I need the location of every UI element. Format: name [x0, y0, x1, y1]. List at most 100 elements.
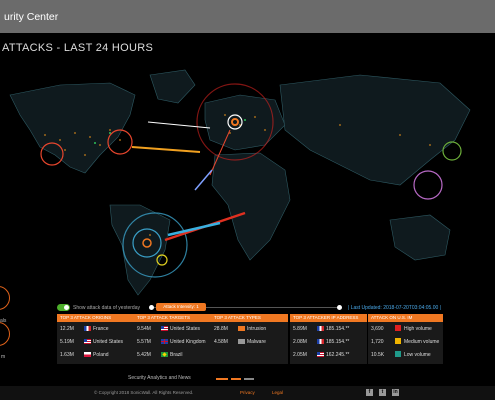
- medium-volume-swatch: [395, 338, 401, 344]
- row-value: 5.42M: [137, 352, 151, 358]
- row-label: Medium volume: [404, 339, 440, 345]
- row-label: 185.154.**: [326, 326, 350, 332]
- list-item: 5.89M 185.154.**: [290, 322, 367, 335]
- row-label: United States: [93, 339, 124, 345]
- north-america-landmass: [9, 82, 136, 174]
- list-item: 2.08M 185.154.**: [290, 335, 367, 348]
- list-item: 3,690 High volume: [368, 322, 443, 335]
- legal-link[interactable]: Legal: [272, 390, 283, 395]
- row-value: 1.63M: [60, 352, 74, 358]
- row-label: Brazil: [170, 352, 183, 358]
- asia-attack-ring: [442, 141, 462, 161]
- row-value: 5.89M: [293, 326, 307, 332]
- yesterday-toggle[interactable]: [57, 304, 70, 311]
- twitter-icon[interactable]: t: [379, 389, 386, 396]
- row-value: 10.5K: [371, 352, 385, 358]
- malware-icon: [238, 339, 245, 344]
- panel-us: ATTACK ON U.S. IM 3,690 High volume 1,720…: [368, 314, 443, 364]
- france-flag-icon: [84, 326, 91, 331]
- panel-origins-title: TOP 3 ATTACK ORIGINS: [57, 314, 137, 322]
- list-item: 5.57M United Kingdom: [134, 335, 214, 348]
- row-label: France: [93, 326, 109, 332]
- row-value: 12.2M: [60, 326, 74, 332]
- linkedin-icon[interactable]: in: [392, 389, 399, 396]
- list-item: 5.19M United States: [57, 335, 137, 348]
- list-item: 1,720 Medium volume: [368, 335, 443, 348]
- attack-beam-br-2: [167, 221, 221, 237]
- row-label: High volume: [404, 326, 432, 332]
- list-item: 28.8M Intrusion: [211, 322, 288, 335]
- attack-beam-africa: [194, 169, 213, 191]
- app-title: urity Center: [4, 11, 59, 23]
- greenland-landmass: [149, 69, 196, 104]
- list-item: 2.05M 162.245.**: [290, 348, 367, 361]
- facebook-icon[interactable]: f: [366, 389, 373, 396]
- row-label: Poland: [93, 352, 109, 358]
- row-value: 2.08M: [293, 339, 307, 345]
- panel-ips: TOP 3 ATTACKER IP ADDRESS 5.89M 185.154.*…: [290, 314, 367, 364]
- row-label: United Kingdom: [170, 339, 206, 345]
- top-bar: urity Center: [0, 0, 495, 33]
- carousel-indicator[interactable]: [244, 378, 254, 380]
- low-volume-swatch: [395, 351, 401, 357]
- copyright-text: © Copyright 2018 SonicWall. All Rights R…: [94, 390, 194, 395]
- page-title: ATTACKS - LAST 24 HOURS: [2, 42, 154, 54]
- us-flag-icon: [317, 352, 324, 357]
- france-flag-icon: [317, 326, 324, 331]
- us-flag-icon: [161, 326, 168, 331]
- sea-attack-ring: [413, 170, 443, 200]
- australia-landmass: [389, 214, 451, 261]
- carousel-indicator-active[interactable]: [216, 378, 228, 380]
- row-value: 5.57M: [137, 339, 151, 345]
- panel-types-title: TOP 3 ATTACK TYPES: [211, 314, 288, 322]
- asia-landmass: [279, 74, 471, 186]
- panel-us-title: ATTACK ON U.S. IM: [368, 314, 443, 322]
- poland-flag-icon: [84, 352, 91, 357]
- row-value: 9.54M: [137, 326, 151, 332]
- list-item: 12.2M France: [57, 322, 137, 335]
- south-america-landmass: [109, 204, 171, 296]
- footer: © Copyright 2018 SonicWall. All Rights R…: [0, 386, 495, 400]
- world-attack-map[interactable]: [0, 55, 495, 300]
- toggle-label: Show attack data of yesterday: [73, 305, 140, 311]
- row-label: 185.154.**: [326, 339, 350, 345]
- list-item: 5.42M Brazil: [134, 348, 214, 361]
- row-value: 5.19M: [60, 339, 74, 345]
- intrusion-icon: [238, 326, 245, 331]
- security-news-link[interactable]: Security Analytics and News: [128, 375, 191, 381]
- row-label: Intrusion: [247, 326, 267, 332]
- intensity-badge: Attack Intensity: 1: [156, 303, 206, 311]
- left-gauge-bottom: [0, 322, 10, 346]
- privacy-link[interactable]: Privacy: [240, 390, 255, 395]
- row-label: 162.245.**: [326, 352, 350, 358]
- panel-targets: TOP 3 ATTACK TARGETS 9.54M United States …: [134, 314, 214, 364]
- row-value: 28.8M: [214, 326, 228, 332]
- panel-targets-title: TOP 3 ATTACK TARGETS: [134, 314, 214, 322]
- row-label: United States: [170, 326, 201, 332]
- panel-types: TOP 3 ATTACK TYPES 28.8M Intrusion 4.58M M…: [211, 314, 288, 364]
- list-item: 4.58M Malware: [211, 335, 288, 348]
- row-label: Low volume: [404, 352, 431, 358]
- attack-beam-us-eu: [131, 146, 201, 153]
- row-value: 3,690: [371, 326, 384, 332]
- us-flag-icon: [84, 339, 91, 344]
- intensity-slider-knob[interactable]: [149, 305, 154, 310]
- list-item: 9.54M United States: [134, 322, 214, 335]
- intensity-slider-end-knob[interactable]: [337, 305, 342, 310]
- list-item: 1.63M Poland: [57, 348, 137, 361]
- last-updated-text: | Last Updated: 2018-07-20T03:04:05.00 |: [348, 305, 441, 311]
- brazil-flag-icon: [161, 352, 168, 357]
- row-label: Malware: [247, 339, 266, 345]
- france-flag-icon: [317, 339, 324, 344]
- high-volume-swatch: [395, 325, 401, 331]
- africa-landmass: [211, 152, 291, 261]
- list-item: 10.5K Low volume: [368, 348, 443, 361]
- panel-ips-title: TOP 3 ATTACKER IP ADDRESS: [290, 314, 367, 322]
- carousel-indicator[interactable]: [231, 378, 241, 380]
- left-gauge-bottom-label: m: [1, 354, 6, 360]
- panel-origins: TOP 3 ATTACK ORIGINS 12.2M France 5.19M Un…: [57, 314, 137, 364]
- uk-flag-icon: [161, 339, 168, 344]
- attack-beam-eu-us: [147, 121, 211, 129]
- row-value: 1,720: [371, 339, 384, 345]
- row-value: 2.05M: [293, 352, 307, 358]
